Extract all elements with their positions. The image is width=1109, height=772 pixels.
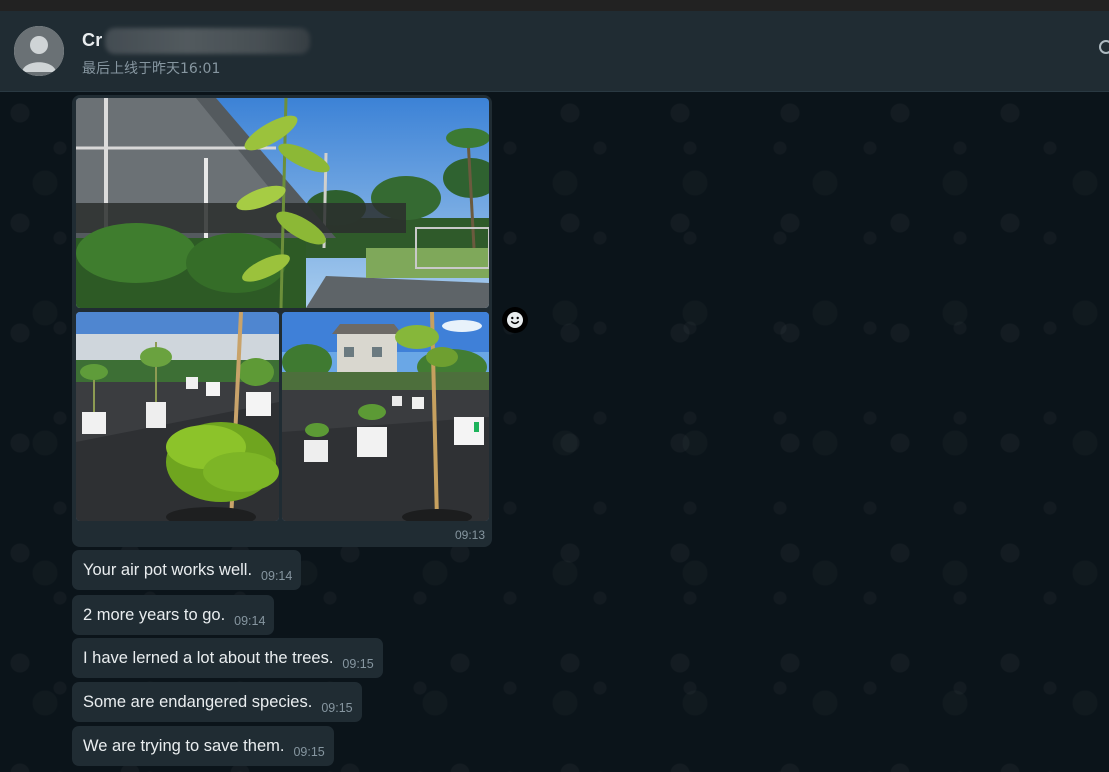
potted-saplings-near-house-photo[interactable]: [282, 312, 489, 521]
chat-messages-pane[interactable]: 09:13 Your air pot works well. 09:14 2 m…: [0, 93, 1109, 772]
message-time: 09:14: [261, 569, 293, 583]
message-bubble[interactable]: I have lerned a lot about the trees. 09:…: [72, 638, 383, 678]
search-icon[interactable]: [1099, 40, 1109, 54]
message-text: Some are endangered species.: [83, 692, 313, 711]
redacted-name-blur: [105, 28, 310, 54]
contact-name[interactable]: Cr: [82, 30, 102, 51]
message-text: I have lerned a lot about the trees.: [83, 648, 334, 667]
message-bubble[interactable]: We are trying to save them. 09:15: [72, 726, 334, 766]
message-time: 09:14: [234, 614, 266, 628]
message-text: 2 more years to go.: [83, 605, 226, 624]
message-bubble[interactable]: Your air pot works well. 09:14: [72, 550, 302, 590]
smiley-icon: [507, 312, 523, 328]
reaction-button[interactable]: [502, 307, 528, 333]
greenhouse-and-palm-trees-photo[interactable]: [76, 98, 489, 308]
potted-saplings-with-fern-photo[interactable]: [76, 312, 279, 521]
message-time: 09:13: [454, 528, 485, 542]
message-time: 09:15: [321, 701, 353, 715]
contact-avatar[interactable]: [14, 26, 64, 76]
message-time: 09:15: [293, 745, 325, 759]
message-bubble[interactable]: Some are endangered species. 09:15: [72, 682, 362, 722]
default-avatar-icon: [14, 26, 64, 76]
message-time: 09:15: [342, 657, 374, 671]
message-bubble[interactable]: 2 more years to go. 09:14: [72, 595, 275, 635]
chat-header[interactable]: Cr 最后上线于昨天16:01: [0, 11, 1109, 92]
message-text: Your air pot works well.: [83, 560, 253, 579]
window-top-strip: [0, 0, 1109, 11]
last-seen-status: 最后上线于昨天16:01: [82, 61, 221, 77]
message-text: We are trying to save them.: [83, 736, 285, 755]
photo-album-message[interactable]: 09:13: [72, 95, 492, 547]
